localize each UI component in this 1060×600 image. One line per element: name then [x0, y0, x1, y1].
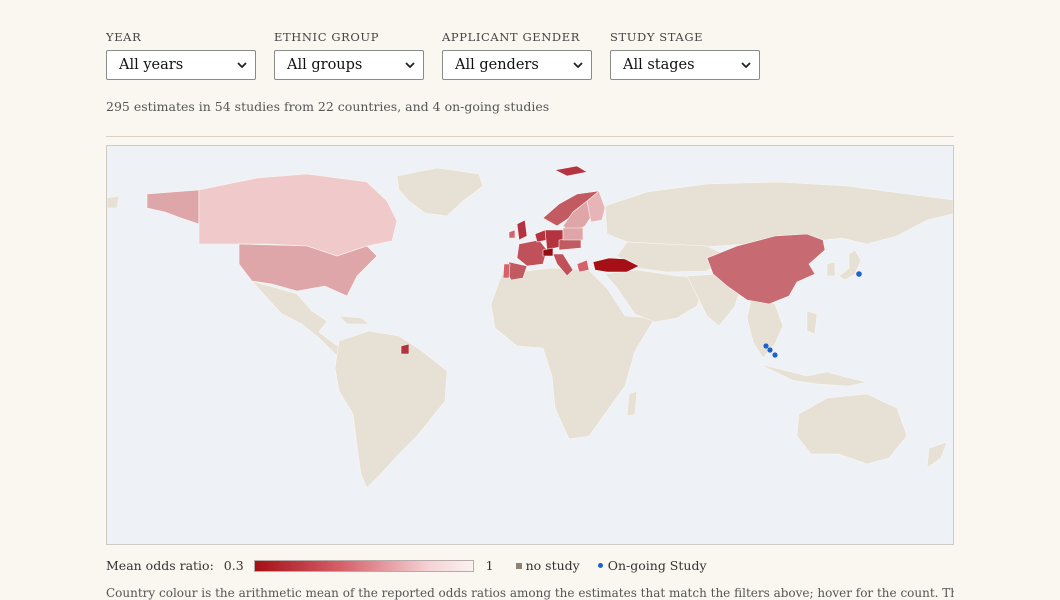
chevron-down-icon — [237, 62, 247, 69]
country-canada — [198, 173, 398, 257]
filter-bar: YEAR All years ETHNIC GROUP All groups A… — [106, 30, 760, 80]
filter-ethnic-group: ETHNIC GROUP All groups — [274, 30, 424, 80]
legend-title: Mean odds ratio: — [106, 558, 214, 573]
year-select[interactable]: All years — [106, 50, 256, 80]
ethnic-group-select-value: All groups — [287, 57, 363, 73]
country-korea — [826, 261, 836, 277]
study-stage-select-value: All stages — [623, 57, 695, 73]
filter-study-stage-label: STUDY STAGE — [610, 30, 704, 44]
no-study-swatch-icon — [515, 562, 522, 569]
filter-applicant-gender: APPLICANT GENDER All genders — [442, 30, 592, 80]
legend-no-study: no study — [525, 558, 580, 573]
ongoing-study-southeast-asia-1[interactable] — [763, 343, 769, 349]
philippines — [806, 310, 818, 335]
legend-max: 1 — [485, 558, 494, 573]
filter-year-label: YEAR — [106, 30, 142, 44]
chevron-down-icon — [405, 62, 415, 69]
applicant-gender-select-value: All genders — [455, 57, 539, 73]
legend-min: 0.3 — [223, 558, 244, 573]
legend-color-ramp — [253, 559, 474, 572]
chevron-down-icon — [573, 62, 583, 69]
chevron-down-icon — [741, 62, 751, 69]
footnote: Country colour is the arithmetic mean of… — [106, 586, 954, 600]
ongoing-study-japan[interactable] — [856, 271, 862, 277]
filter-year: YEAR All years — [106, 30, 256, 80]
filter-ethnic-group-label: ETHNIC GROUP — [274, 30, 380, 44]
year-select-value: All years — [119, 57, 184, 73]
country-poland — [562, 227, 584, 241]
summary-text: 295 estimates in 54 studies from 22 coun… — [106, 99, 550, 114]
ongoing-study-southeast-asia-3[interactable] — [772, 352, 778, 358]
country-portugal — [502, 263, 511, 279]
divider — [106, 136, 954, 137]
ongoing-study-dot-icon — [597, 563, 603, 568]
country-uk — [516, 219, 528, 241]
world-map[interactable] — [106, 145, 954, 545]
filter-study-stage: STUDY STAGE All stages — [610, 30, 760, 80]
alaska-east-siberia-edge — [107, 195, 120, 209]
applicant-gender-select[interactable]: All genders — [442, 50, 592, 80]
legend-ongoing: On-going Study — [607, 558, 707, 573]
study-stage-select[interactable]: All stages — [610, 50, 760, 80]
world-map-svg — [107, 146, 953, 544]
filter-applicant-gender-label: APPLICANT GENDER — [442, 30, 580, 44]
ongoing-study-southeast-asia-2[interactable] — [767, 347, 773, 353]
map-legend: Mean odds ratio: 0.3 1 no study On-going… — [106, 558, 707, 573]
country-french-guiana — [400, 343, 410, 355]
ethnic-group-select[interactable]: All groups — [274, 50, 424, 80]
